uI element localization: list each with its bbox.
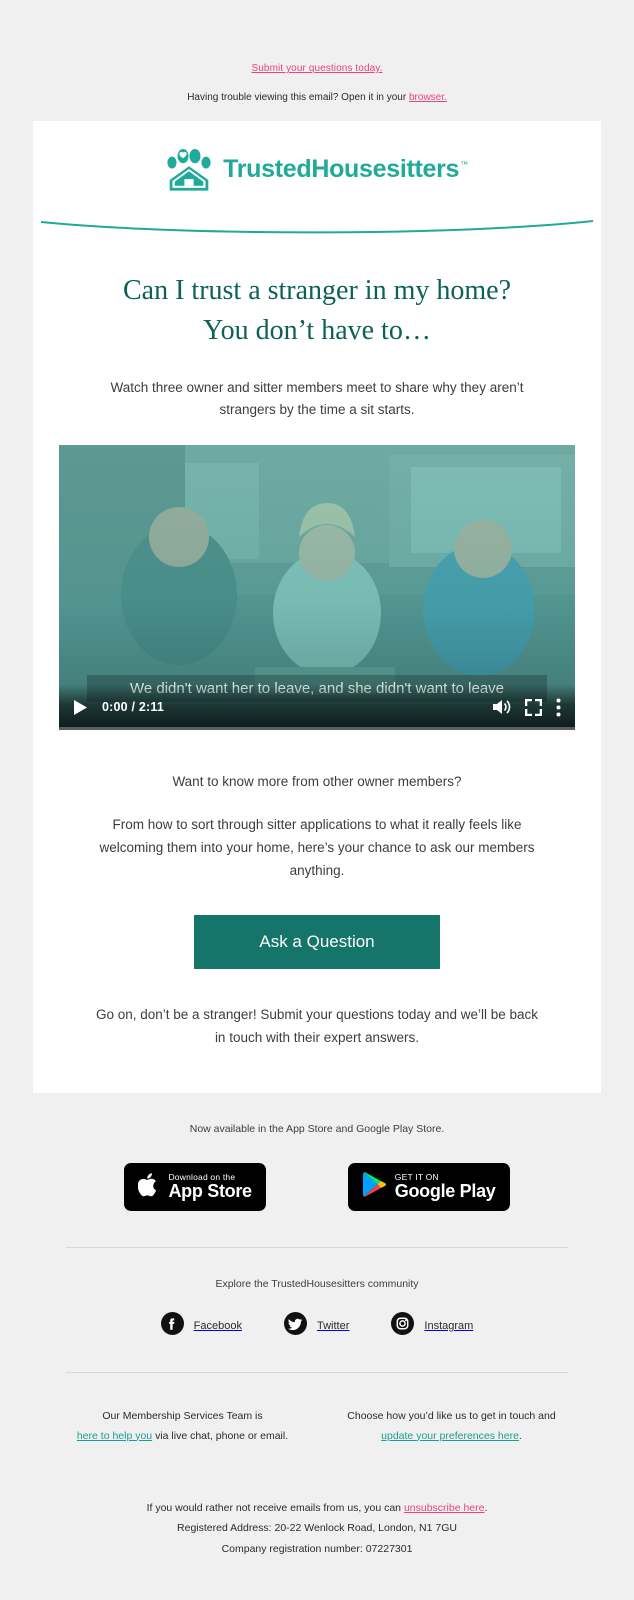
fullscreen-icon[interactable] <box>525 698 542 716</box>
google-play-badge-text: GET IT ON Google Play <box>395 1173 496 1201</box>
app-store-badge-big: App Store <box>168 1181 252 1202</box>
help-column-support: Our Membership Services Team is here to … <box>58 1407 307 1446</box>
app-store-badge-text: Download on the App Store <box>168 1173 252 1202</box>
google-play-badge[interactable]: GET IT ON Google Play <box>347 1163 510 1212</box>
instagram-icon <box>391 1312 415 1340</box>
headline-line-2: You don’t have to… <box>203 314 431 346</box>
help-columns: Our Membership Services Team is here to … <box>0 1407 634 1446</box>
trademark-symbol: ™ <box>460 160 468 170</box>
brand-wordmark: TrustedHousesitters™ <box>223 155 468 184</box>
social-link-instagram[interactable]: Instagram <box>391 1312 473 1340</box>
here-to-help-link[interactable]: here to help you <box>77 1430 152 1442</box>
play-icon[interactable] <box>73 699 88 716</box>
facebook-icon <box>160 1312 184 1340</box>
footer-divider-2 <box>66 1372 568 1374</box>
app-availability-text: Now available in the App Store and Googl… <box>189 1123 445 1136</box>
preheader-promo-link[interactable]: Submit your questions today. <box>251 63 382 74</box>
company-registration: Company registration number: 07227301 <box>221 1542 413 1555</box>
video-player[interactable]: We didn't want her to leave, and she did… <box>59 445 575 731</box>
view-in-browser-text: Having trouble viewing this email? Open … <box>187 92 409 103</box>
registered-address: Registered Address: 20-22 Wenlock Road, … <box>177 1522 457 1535</box>
unsubscribe-prefix: If you would rather not receive emails f… <box>146 1501 404 1514</box>
google-play-badge-big: Google Play <box>394 1181 496 1202</box>
body-question: Want to know more from other owner membe… <box>172 774 462 790</box>
update-preferences-link[interactable]: update your preferences here <box>381 1430 519 1442</box>
legal-block: If you would rather not receive emails f… <box>0 1498 634 1585</box>
community-heading: Explore the TrustedHousesitters communit… <box>215 1278 419 1291</box>
help-pref-line1: Choose how you’d like us to get in touch… <box>347 1410 556 1423</box>
paw-house-logo-icon <box>166 146 212 192</box>
social-label-facebook: Facebook <box>193 1320 242 1333</box>
help-column-preferences: Choose how you’d like us to get in touch… <box>327 1407 576 1446</box>
help-support-line1: Our Membership Services Team is <box>102 1410 263 1423</box>
brand-header[interactable]: TrustedHousesitters™ <box>33 121 601 217</box>
social-links: Facebook Twitter Instagram <box>0 1312 634 1340</box>
social-label-instagram: Instagram <box>424 1320 474 1333</box>
app-store-badge[interactable]: Download on the App Store <box>124 1163 266 1212</box>
app-badges: Download on the App Store GET IT ON Goog… <box>0 1163 634 1212</box>
unsubscribe-row: If you would rather not receive emails f… <box>0 1498 634 1518</box>
video-timestamp: 0:00 / 2:11 <box>102 700 164 715</box>
help-support-line2: via live chat, phone or email. <box>152 1429 289 1442</box>
email-card: TrustedHousesitters™ Can I trust a stran… <box>33 121 601 1094</box>
unsubscribe-suffix: . <box>484 1501 488 1514</box>
brand-name: TrustedHousesitters <box>223 154 460 183</box>
social-link-twitter[interactable]: Twitter <box>283 1312 350 1340</box>
hero-subhead: Watch three owner and sitter members mee… <box>110 379 524 417</box>
view-in-browser-row: Having trouble viewing this email? Open … <box>0 92 634 103</box>
video-controls[interactable]: 0:00 / 2:11 <box>59 684 575 731</box>
social-link-facebook[interactable]: Facebook <box>160 1312 242 1340</box>
volume-icon[interactable] <box>491 698 511 716</box>
google-play-icon <box>362 1171 387 1203</box>
body-paragraph: From how to sort through sitter applicat… <box>99 817 535 879</box>
ask-a-question-button[interactable]: Ask a Question <box>194 914 440 969</box>
footer-divider-1 <box>66 1247 568 1249</box>
body-outro: Go on, don’t be a stranger! Submit your … <box>95 1006 538 1045</box>
twitter-icon <box>283 1312 307 1340</box>
apple-icon <box>138 1172 160 1203</box>
unsubscribe-link[interactable]: unsubscribe here <box>404 1502 485 1514</box>
kebab-menu-icon[interactable] <box>556 698 561 717</box>
video-progress-bar[interactable] <box>59 727 575 731</box>
social-label-twitter: Twitter <box>316 1320 350 1333</box>
wave-divider <box>40 220 594 234</box>
help-pref-line2: . <box>518 1429 522 1442</box>
preheader: Submit your questions today. Having trou… <box>0 0 634 103</box>
headline-line-1: Can I trust a stranger in my home? <box>122 275 511 306</box>
browser-link[interactable]: browser. <box>409 92 447 103</box>
email-footer: Now available in the App Store and Googl… <box>0 1093 634 1586</box>
page-title: Can I trust a stranger in my home? You d… <box>33 271 601 351</box>
cta-container: Ask a Question <box>33 914 601 969</box>
